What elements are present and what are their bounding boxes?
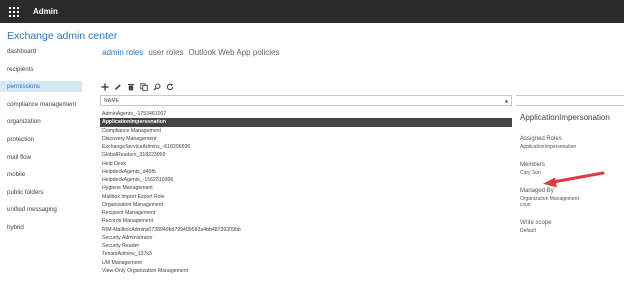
managed-by-value-2: csun [520,202,531,208]
write-scope-label: Write scope [520,220,552,226]
table-row[interactable]: HelpdeskAgents_d46fb [100,168,512,176]
nav-item-dashboard[interactable]: dashboard [0,46,82,57]
table-row[interactable]: UM Management [100,259,512,267]
nav-item-permissions[interactable]: permissions [0,81,82,93]
grid-header: NAME [100,95,512,106]
app-launcher-icon[interactable] [0,0,28,23]
table-row[interactable]: Help Desk [100,160,512,168]
tab-admin-roles[interactable]: admin roles [102,48,143,57]
page-title: Exchange admin center [7,30,118,42]
nav-item-organization[interactable]: organization [0,116,82,127]
details-header-line [516,95,624,106]
nav-item-mail-flow[interactable]: mail flow [0,152,82,163]
left-navigation: dashboard recipients permissions complia… [0,46,82,240]
table-row[interactable]: Hygiene Management [100,184,512,192]
tab-user-roles[interactable]: user roles [148,48,183,57]
tab-owa-policies[interactable]: Outlook Web App policies [188,48,279,57]
table-row[interactable]: AdminAgents_-1753461007 [100,110,512,118]
nav-item-compliance-management[interactable]: compliance management [0,99,82,110]
nav-item-mobile[interactable]: mobile [0,169,82,180]
tab-bar: admin roles user roles Outlook Web App p… [102,48,280,57]
details-title: ApplicationImpersonation [520,113,610,122]
toolbar [100,82,174,91]
column-header-name[interactable]: NAME [101,98,503,104]
annotation-arrow-icon [535,168,605,197]
table-row[interactable]: Discovery Management [100,135,512,143]
roles-list: AdminAgents_-1753461007 ApplicationImper… [100,110,512,275]
table-row[interactable]: RIM-MailboxAdmins0738949bd799409583a4bb4… [100,226,512,234]
table-row[interactable]: Compliance Management [100,127,512,135]
write-scope-value: Default [520,228,536,234]
nav-item-hybrid[interactable]: hybrid [0,222,82,233]
table-row[interactable]: Security Reader [100,242,512,250]
top-bar: Admin [0,0,624,23]
add-icon[interactable] [100,82,109,91]
table-row[interactable]: GlobalReaders_318223099 [100,151,512,159]
search-icon[interactable] [152,82,161,91]
table-row[interactable]: Security Administrator [100,234,512,242]
table-row[interactable]: Recipient Management [100,209,512,217]
app-title: Admin [33,7,58,16]
nav-item-public-folders[interactable]: public folders [0,187,82,198]
table-row[interactable]: HelpdeskAgents_-1562310306 [100,176,512,184]
nav-item-protection[interactable]: protection [0,134,82,145]
table-row[interactable]: ExchangeServiceAdmins_-618396696 [100,143,512,151]
copy-icon[interactable] [139,82,148,91]
table-row[interactable]: TenantAdmins_137k3 [100,250,512,258]
refresh-icon[interactable] [165,82,174,91]
nav-item-unified-messaging[interactable]: unified messaging [0,204,82,215]
table-row[interactable]: Organization Management [100,201,512,209]
table-row[interactable]: View-Only Organization Management [100,267,512,275]
delete-icon[interactable] [126,82,135,91]
assigned-roles-label: Assigned Roles [520,136,562,142]
table-row[interactable]: Records Management [100,217,512,225]
table-row[interactable]: Mailbox Import Export Role [100,193,512,201]
table-row-selected[interactable]: ApplicationImpersonation [100,118,512,127]
nav-item-recipients[interactable]: recipients [0,64,82,75]
assigned-roles-value: ApplicationImpersonation [520,144,577,150]
sort-up-icon[interactable] [503,96,509,105]
edit-icon[interactable] [113,82,122,91]
